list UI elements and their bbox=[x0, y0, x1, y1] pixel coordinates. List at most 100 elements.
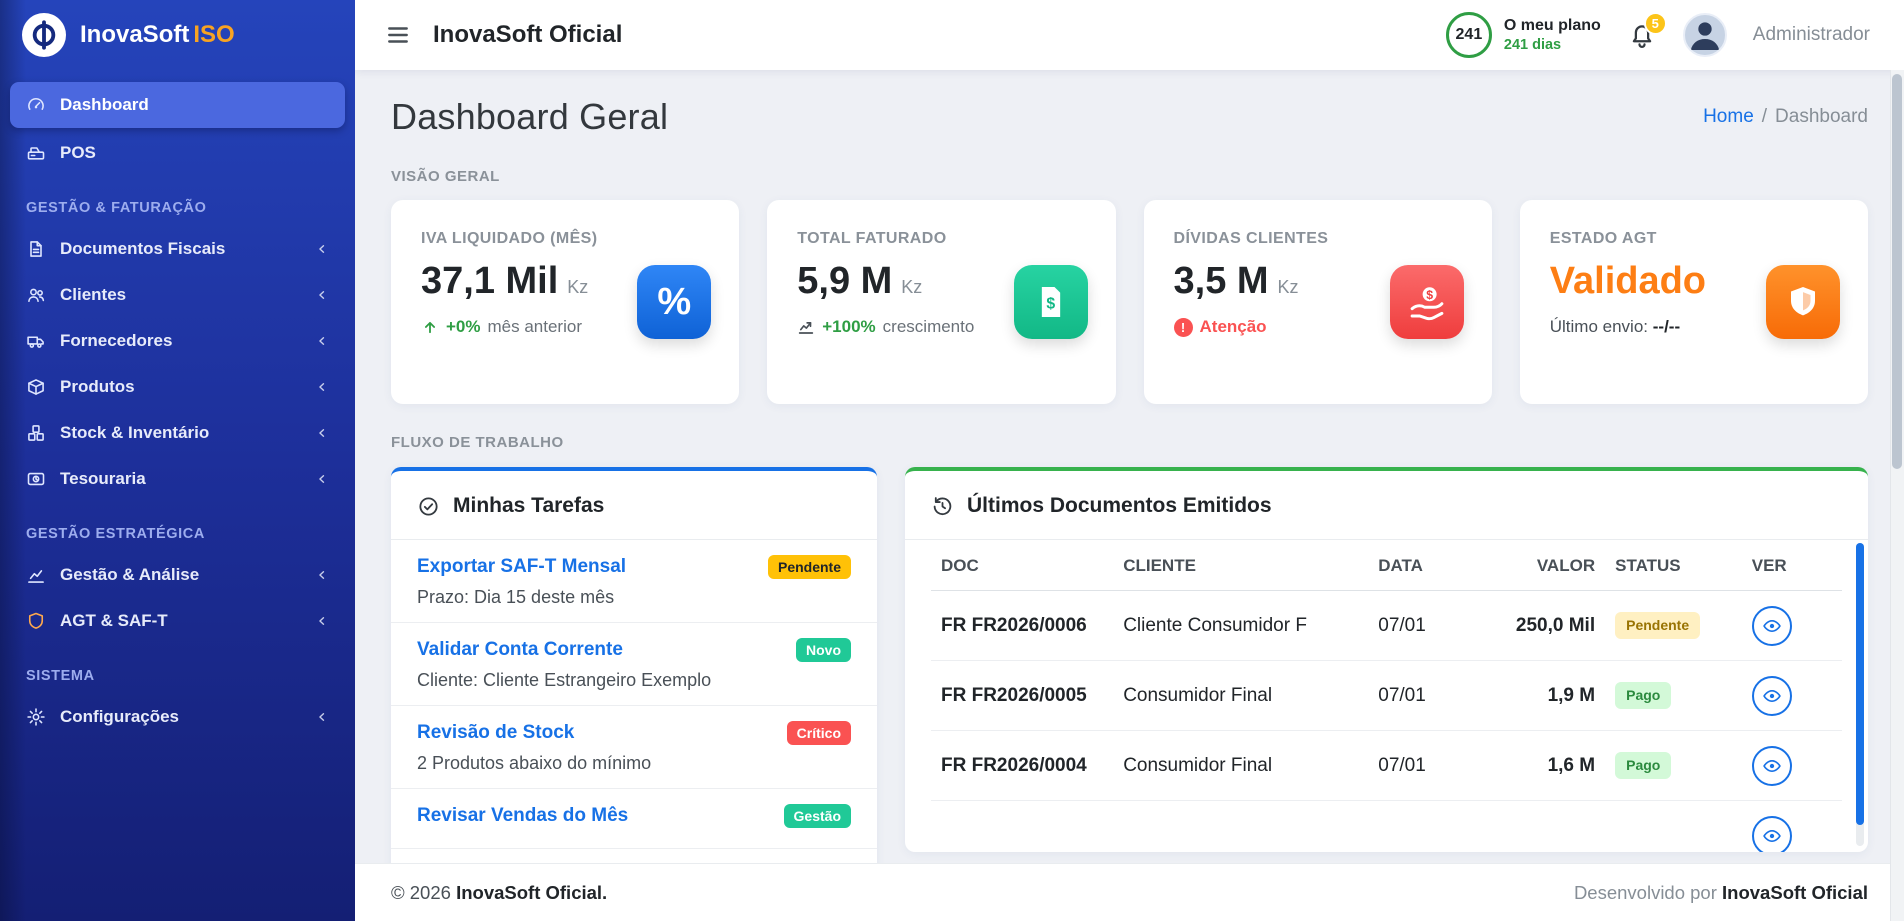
sidebar-section-label: SISTEMA bbox=[0, 644, 355, 694]
main-content: Dashboard Geral Home/Dashboard VISÃO GER… bbox=[355, 70, 1904, 921]
value-cell: 250,0 Mil bbox=[1468, 591, 1605, 661]
sidebar-item-configuracoes[interactable]: Configurações bbox=[0, 694, 355, 740]
sidebar-item-clientes[interactable]: Clientes bbox=[0, 272, 355, 318]
notifications-count-badge: 5 bbox=[1644, 12, 1667, 35]
plan-label: O meu plano bbox=[1504, 16, 1601, 36]
sidebar-item-documentos-fiscais[interactable]: Documentos Fiscais bbox=[0, 226, 355, 272]
status-badge: Pago bbox=[1615, 682, 1671, 709]
task-link[interactable]: Validar Conta Corrente bbox=[417, 637, 623, 663]
plan-texts: O meu plano 241 dias bbox=[1504, 16, 1601, 54]
svg-text:$: $ bbox=[1046, 296, 1055, 313]
invoice-icon: $ bbox=[1014, 265, 1088, 339]
task-badge: Crítico bbox=[787, 721, 851, 746]
page-title-row: Dashboard Geral Home/Dashboard bbox=[391, 96, 1868, 138]
agt-sub-value: --/-- bbox=[1653, 317, 1680, 336]
view-document-button[interactable] bbox=[1752, 606, 1792, 646]
brand-logo-icon bbox=[22, 13, 66, 57]
sidebar-item-gestao-analise[interactable]: Gestão & Análise bbox=[0, 552, 355, 598]
breadcrumb-separator: / bbox=[1762, 106, 1767, 127]
menu-toggle-button[interactable] bbox=[385, 22, 411, 48]
view-document-button[interactable] bbox=[1752, 746, 1792, 786]
table-header-row: DOC CLIENTE DATA VALOR STATUS VER bbox=[931, 540, 1842, 591]
breadcrumb-home-link[interactable]: Home bbox=[1703, 106, 1754, 127]
box-icon bbox=[26, 377, 46, 397]
alert-icon: ! bbox=[1174, 318, 1193, 337]
value-cell: 1,6 M bbox=[1468, 731, 1605, 801]
chevron-left-icon bbox=[315, 288, 329, 302]
sidebar-item-label: Clientes bbox=[60, 285, 126, 305]
workflow-row: Minhas Tarefas Exportar SAF-T Mensal Pen… bbox=[391, 467, 1868, 897]
shield-icon bbox=[1766, 265, 1840, 339]
task-link[interactable]: Revisar Vendas do Mês bbox=[417, 803, 628, 829]
stat-card-title: ESTADO AGT bbox=[1550, 230, 1838, 248]
client-cell: Consumidor Final bbox=[1113, 731, 1368, 801]
stat-card-unit: Kz bbox=[567, 277, 588, 298]
notifications-button[interactable]: 5 bbox=[1627, 20, 1657, 50]
view-document-button[interactable] bbox=[1752, 676, 1792, 716]
client-cell: Consumidor Final bbox=[1113, 661, 1368, 731]
user-name: Administrador bbox=[1753, 24, 1870, 46]
stat-card-title: DÍVIDAS CLIENTES bbox=[1174, 230, 1462, 248]
chevron-left-icon bbox=[315, 380, 329, 394]
arrow-up-icon bbox=[421, 318, 439, 336]
sidebar-item-label: Produtos bbox=[60, 377, 135, 397]
table-scrollbar-thumb[interactable] bbox=[1856, 543, 1864, 825]
hand-coin-icon: $ bbox=[1390, 265, 1464, 339]
view-document-button[interactable] bbox=[1752, 816, 1792, 852]
sidebar-item-stock-inventario[interactable]: Stock & Inventário bbox=[0, 410, 355, 456]
percent-icon: % bbox=[637, 265, 711, 339]
documents-table: DOC CLIENTE DATA VALOR STATUS VER FR FR2… bbox=[931, 540, 1842, 852]
chevron-left-icon bbox=[315, 242, 329, 256]
sidebar-section-label: GESTÃO & FATURAÇÃO bbox=[0, 176, 355, 226]
stat-cards-row: IVA LIQUIDADO (MÊS) 37,1 Mil Kz +0% mês … bbox=[391, 200, 1868, 404]
footer-copyright-prefix: © 2026 bbox=[391, 882, 451, 903]
page-footer: © 2026 InovaSoft Oficial. Desenvolvido p… bbox=[355, 863, 1904, 921]
task-link[interactable]: Exportar SAF-T Mensal bbox=[417, 554, 626, 580]
trend-value: +100% bbox=[822, 317, 875, 337]
page-scrollbar-thumb[interactable] bbox=[1892, 74, 1902, 469]
sidebar-item-agt-saft[interactable]: AGT & SAF-T bbox=[0, 598, 355, 644]
user-avatar[interactable] bbox=[1683, 13, 1727, 57]
plan-widget[interactable]: 241 O meu plano 241 dias bbox=[1446, 12, 1601, 58]
task-link[interactable]: Revisão de Stock bbox=[417, 720, 574, 746]
table-scrollbar[interactable] bbox=[1856, 543, 1864, 846]
stat-card-dividas: DÍVIDAS CLIENTES 3,5 M Kz ! Atenção $ bbox=[1144, 200, 1492, 404]
task-badge: Gestão bbox=[784, 804, 851, 829]
trend-text: crescimento bbox=[883, 317, 975, 337]
document-icon bbox=[26, 239, 46, 259]
stat-card-iva: IVA LIQUIDADO (MÊS) 37,1 Mil Kz +0% mês … bbox=[391, 200, 739, 404]
sidebar-item-fornecedores[interactable]: Fornecedores bbox=[0, 318, 355, 364]
status-badge: Pendente bbox=[1615, 612, 1700, 639]
chevron-left-icon bbox=[315, 426, 329, 440]
brand-logo[interactable]: InovaSoftISO bbox=[0, 0, 355, 70]
tasks-card-title: Minhas Tarefas bbox=[453, 494, 604, 518]
doc-cell: FR FR2026/0004 bbox=[931, 731, 1113, 801]
sidebar-item-pos[interactable]: POS bbox=[0, 130, 355, 176]
inventory-icon bbox=[26, 423, 46, 443]
truck-icon bbox=[26, 331, 46, 351]
agt-sub-label: Último envio: bbox=[1550, 317, 1648, 336]
task-item: Validar Conta Corrente Novo Cliente: Cli… bbox=[391, 623, 877, 706]
column-header-data: DATA bbox=[1368, 540, 1468, 591]
sidebar-item-label: Dashboard bbox=[60, 95, 149, 115]
workflow-section-label: FLUXO DE TRABALHO bbox=[391, 434, 1868, 451]
documents-card-title: Últimos Documentos Emitidos bbox=[967, 494, 1272, 518]
documents-card: Últimos Documentos Emitidos DOC CLIENTE … bbox=[905, 467, 1868, 852]
chevron-left-icon bbox=[315, 472, 329, 486]
sidebar-item-produtos[interactable]: Produtos bbox=[0, 364, 355, 410]
alert-text: Atenção bbox=[1200, 317, 1267, 337]
table-row-partial bbox=[931, 801, 1842, 853]
chart-line-icon bbox=[26, 565, 46, 585]
page-scrollbar[interactable] bbox=[1890, 70, 1904, 921]
tasks-card: Minhas Tarefas Exportar SAF-T Mensal Pen… bbox=[391, 467, 877, 897]
trend-text: mês anterior bbox=[488, 317, 582, 337]
gauge-icon bbox=[26, 95, 46, 115]
client-cell: Cliente Consumidor F bbox=[1113, 591, 1368, 661]
task-subtitle: Prazo: Dia 15 deste mês bbox=[417, 586, 851, 609]
doc-cell: FR FR2026/0006 bbox=[931, 591, 1113, 661]
column-header-cliente: CLIENTE bbox=[1113, 540, 1368, 591]
task-item: Exportar SAF-T Mensal Pendente Prazo: Di… bbox=[391, 540, 877, 623]
sidebar-item-tesouraria[interactable]: Tesouraria bbox=[0, 456, 355, 502]
gear-icon bbox=[26, 707, 46, 727]
sidebar-item-dashboard[interactable]: Dashboard bbox=[10, 82, 345, 128]
